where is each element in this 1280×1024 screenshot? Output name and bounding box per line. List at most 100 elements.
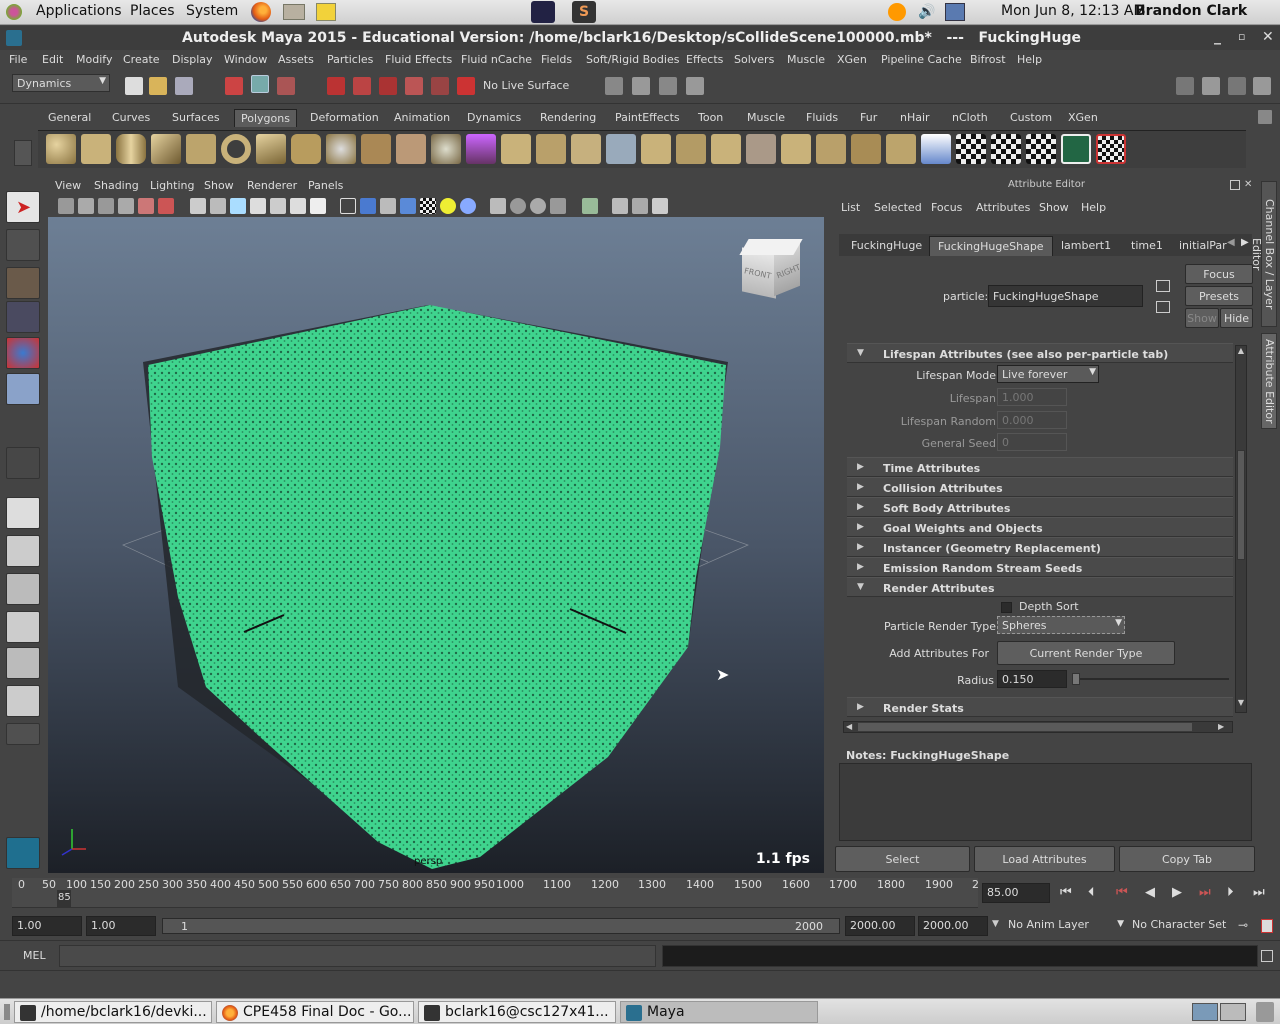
section-render[interactable]: ▼ Render Attributes [847,577,1233,597]
playback-start-field[interactable]: 1.00 [86,916,156,936]
viewport-menu-view[interactable]: View [55,179,81,192]
make-live-icon[interactable] [431,77,449,95]
menu-particles[interactable]: Particles [327,53,373,66]
ae-menu-attributes[interactable]: Attributes [976,201,1030,214]
shadows-icon[interactable] [490,198,506,214]
character-set-dropdown[interactable]: No Character Set [1132,918,1232,936]
menu-edit[interactable]: Edit [42,53,63,66]
task-terminal-home[interactable]: /home/bclark16/devki... [14,1001,212,1023]
section-emission[interactable]: ▶ Emission Random Stream Seeds [847,557,1233,577]
preferences-icon[interactable] [1261,919,1273,933]
shelf-tab-deformation[interactable]: Deformation [304,109,385,127]
shelf-trash-icon[interactable] [1258,110,1272,124]
weather-icon[interactable] [888,3,906,21]
platonic-solid-icon[interactable] [466,134,496,164]
ae-menu-list[interactable]: List [841,201,860,214]
section-lifespan[interactable]: ▼ Lifespan Attributes (see also per-part… [847,343,1233,363]
ambient-occlusion-icon[interactable] [510,198,526,214]
viewport-menu-renderer[interactable]: Renderer [247,179,297,192]
time-slider[interactable]: 85 0 50 100 150 200 250 300 350 400 450 … [0,876,1280,910]
menu-display[interactable]: Display [172,53,213,66]
select-object-icon[interactable] [251,75,269,93]
mail-launcher-icon[interactable] [283,4,305,20]
combine-icon[interactable] [361,134,391,164]
menu-pipeline-cache[interactable]: Pipeline Cache [881,53,962,66]
script-editor-icon[interactable] [1261,950,1273,962]
ae-tab-transform[interactable]: FuckingHuge [843,236,930,256]
playback-end-field[interactable]: 2000.00 [845,916,915,936]
snap-grid-icon[interactable] [327,77,345,95]
system-menu[interactable]: System [186,3,238,19]
render-type-dropdown[interactable]: Spheres ▼ [997,616,1125,634]
grid-toggle-icon[interactable] [190,198,206,214]
uv-layout-icon[interactable] [991,134,1021,164]
uv-sew-icon[interactable] [1061,134,1091,164]
poly-cube-icon[interactable] [81,134,111,164]
shelf-tab-ncloth[interactable]: nCloth [946,109,994,127]
append-polygon-icon[interactable] [571,134,601,164]
separate-icon[interactable] [396,134,426,164]
shelf-tab-dynamics[interactable]: Dynamics [461,109,527,127]
workspace-1-icon[interactable] [1192,1003,1218,1021]
mel-label[interactable]: MEL [23,949,46,962]
mirror-icon[interactable] [886,134,916,164]
uv-checker-icon[interactable] [956,134,986,164]
float-panel-icon[interactable] [1230,180,1240,190]
2d-pan-zoom-icon[interactable] [138,198,154,214]
scroll-up-icon[interactable]: ▲ [1236,346,1246,358]
firefox-launcher-icon[interactable] [251,2,271,22]
insert-edge-loop-icon[interactable] [641,134,671,164]
menu-soft-rigid-bodies[interactable]: Soft/Rigid Bodies [586,53,679,66]
render-frame-icon[interactable] [632,77,650,95]
extract-icon[interactable] [851,134,881,164]
viewport-menu-panels[interactable]: Panels [308,179,343,192]
xray-components-icon[interactable] [652,198,668,214]
shelf-tab-fur[interactable]: Fur [854,109,883,127]
menu-modify[interactable]: Modify [76,53,112,66]
poke-icon[interactable] [746,134,776,164]
hide-button[interactable]: Hide [1220,308,1253,328]
task-maya[interactable]: Maya [620,1001,818,1023]
field-chart-icon[interactable] [270,198,286,214]
particle-name-field[interactable]: FuckingHugeShape [988,285,1143,307]
lifespan-random-field[interactable]: 0.000 [997,411,1067,429]
menu-solvers[interactable]: Solvers [734,53,774,66]
ae-tab-shape[interactable]: FuckingHugeShape [929,236,1053,256]
channel-box-toggle-icon[interactable] [1253,77,1271,95]
shelf-tab-animation[interactable]: Animation [388,109,456,127]
depth-sort-checkbox[interactable] [1001,602,1012,613]
current-time-field[interactable]: 85.00 [982,883,1050,903]
menu-muscle[interactable]: Muscle [787,53,825,66]
go-to-end-icon[interactable]: ⏭ [1253,885,1265,900]
live-surface-label[interactable]: No Live Surface [483,79,569,92]
menu-help[interactable]: Help [1017,53,1042,66]
magnet-icon[interactable] [457,77,475,95]
shelf-tab-curves[interactable]: Curves [106,109,156,127]
tool-settings-toggle-icon[interactable] [1228,77,1246,95]
section-time[interactable]: ▶ Time Attributes [847,457,1233,477]
radius-slider-handle[interactable] [1072,673,1080,685]
bridge-icon[interactable] [536,134,566,164]
menu-xgen[interactable]: XGen [837,53,867,66]
tab-scroll-left-icon[interactable]: ◀ [1227,237,1235,248]
layout-graph-icon[interactable] [6,611,40,643]
select-tool-icon[interactable]: ➤ [6,191,40,223]
resolution-gate-icon[interactable] [230,198,246,214]
notes-textarea[interactable] [839,763,1252,841]
menu-fluid-effects[interactable]: Fluid Effects [385,53,452,66]
ae-tab-time1[interactable]: time1 [1123,236,1171,256]
close-icon[interactable]: ✕ [1262,29,1274,45]
poly-sphere-icon[interactable] [46,134,76,164]
xray-joints-icon[interactable] [632,198,648,214]
viewport-menu-lighting[interactable]: Lighting [150,179,194,192]
copy-tab-button[interactable]: Copy Tab [1119,846,1255,872]
viewport-menu-show[interactable]: Show [204,179,234,192]
select-hierarchy-icon[interactable] [225,77,243,95]
select-camera-icon[interactable] [58,198,74,214]
scroll-left-icon[interactable]: ◀ [846,722,852,731]
motion-blur-icon[interactable] [530,198,546,214]
poly-pyramid-icon[interactable] [256,134,286,164]
menu-effects[interactable]: Effects [686,53,723,66]
open-scene-icon[interactable] [149,77,167,95]
wedge-icon[interactable] [781,134,811,164]
